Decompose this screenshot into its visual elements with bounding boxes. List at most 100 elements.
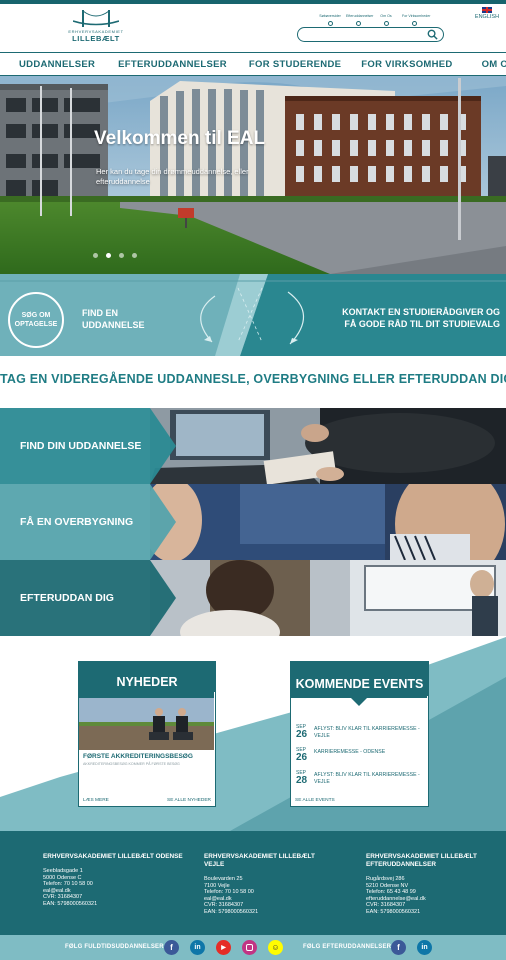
lower-background [0, 637, 506, 831]
email-link[interactable]: eal@eal.dk [204, 896, 324, 903]
nav-item-uddannelser[interactable]: UDDANNELSER [19, 59, 95, 70]
feature-row-efteruddan[interactable]: EFTERUDDAN DIG [0, 560, 506, 636]
slider-dots [93, 253, 137, 258]
news-photo [79, 698, 214, 750]
footer-column-title: ERHVERVSAKADEMIET LILLEBÆLT VEJLE [204, 853, 315, 868]
footer-column-vejle: ERHVERVSAKADEMIET LILLEBÆLT VEJLE Boulev… [204, 853, 324, 916]
read-more-link[interactable]: LÆS MERE [83, 798, 109, 803]
follow-continuing-label: FØLG EFTERUDDANNELSER [303, 944, 392, 950]
quick-link[interactable]: For Virksomheder [402, 14, 431, 26]
slider-dot-active[interactable] [106, 253, 111, 258]
event-title: AFLYST: BLIV KLAR TIL KARRIEREMESSE - VE… [314, 726, 420, 739]
news-headline[interactable]: FØRSTE AKKREDITERINGSBESØG [83, 753, 211, 760]
nav-item-efteruddannelser[interactable]: EFTERUDDANNELSER [118, 59, 227, 70]
facebook-icon[interactable]: f [164, 940, 179, 955]
cvr-line: CVR: 31684307 [43, 894, 83, 901]
instagram-icon[interactable] [242, 940, 257, 955]
address-line: 5000 Odense C [43, 874, 82, 881]
address-line: 5210 Odense NV [366, 882, 409, 889]
quick-links: Søbøversider Efteruddannelser Om Os For … [318, 14, 431, 26]
facebook-icon[interactable]: f [391, 940, 406, 955]
laptop-photo [150, 408, 506, 484]
news-card: NYHEDER FØRSTE AKKREDITERINGSBESØG AKKRE… [78, 661, 216, 807]
main-navigation: UDDANNELSER EFTERUDDANNELSER FOR STUDERE… [0, 52, 506, 76]
event-day: 28 [296, 775, 308, 786]
ean-line: EAN: 5798000560321 [43, 900, 98, 907]
contact-advisor-link[interactable]: KONTAKT EN STUDIERÅDGIVER OG FÅ GODE RÅD… [330, 306, 500, 330]
quick-link-dot-icon [327, 21, 333, 26]
student-photo [150, 484, 506, 560]
event-item[interactable]: SEP 26 AFLYST: BLIV KLAR TIL KARRIEREMESS… [296, 724, 424, 740]
uk-flag-icon [482, 7, 492, 13]
feature-row-find-education[interactable]: FIND DIN UDDANNELSE [0, 408, 506, 484]
news-teaser: AKKREDITERINGSBESØG KOMMER PÅ FØRSTE BES… [83, 762, 180, 766]
feature-label: FÅ EN OVERBYGNING [20, 516, 134, 528]
classroom-photo [150, 560, 506, 636]
ean-line: EAN: 5798000560321 [366, 908, 421, 915]
footer-column-title: ERHVERVSAKADEMIET LILLEBÆLT EFTERUDDANNE… [366, 853, 477, 868]
event-title: KARRIEREMESSE - ODENSE [314, 749, 386, 755]
address-line: Boulevarden 25 [204, 876, 243, 882]
hero-title: Velkommen til EAL [94, 128, 266, 149]
event-item[interactable]: SEP 26 KARRIEREMESSE - ODENSE [296, 747, 424, 763]
event-title: AFLYST: BLIV KLAR TIL KARRIEREMESSE - VE… [314, 772, 420, 785]
language-switch[interactable]: ENGLISH [472, 7, 502, 20]
find-education-link[interactable]: FIND EN UDDANNELSE [82, 307, 162, 331]
phone-line: Telefon: 70 10 58 00 [43, 881, 93, 888]
address-line: Seebladsgade 1 [43, 868, 83, 874]
cvr-line: CVR: 31684307 [366, 902, 406, 909]
search-icon[interactable] [427, 29, 438, 40]
see-all-news-link[interactable]: SE ALLE NYHEDER [167, 798, 211, 803]
phone-line: Telefon: 65 43 48 99 [366, 889, 416, 896]
quick-link[interactable]: Om Os [374, 14, 398, 26]
quick-link[interactable]: Søbøversider [318, 14, 342, 26]
email-link[interactable]: efteruddannelse@eal.dk [366, 896, 486, 903]
nav-item-for-studerende[interactable]: FOR STUDERENDE [249, 59, 341, 70]
footer: ERHVERVSAKADEMIET LILLEBÆLT ODENSE Seebl… [0, 831, 506, 935]
cvr-line: CVR: 31684307 [204, 902, 244, 909]
bridge-logo-icon [73, 10, 119, 27]
quick-link-label: For Virksomheder [402, 14, 431, 18]
slider-dot[interactable] [93, 253, 98, 258]
search-box [297, 27, 444, 46]
feature-label: EFTERUDDAN DIG [20, 592, 114, 604]
phone-line: Telefon: 70 10 58 00 [204, 889, 254, 896]
apply-badge-button[interactable]: SØG OM OPTAGELSE [8, 292, 64, 348]
youtube-icon[interactable]: ▶ [216, 940, 231, 955]
news-title: NYHEDER [79, 662, 215, 692]
email-link[interactable]: eal@eal.dk [43, 888, 193, 895]
quick-link-dot-icon [355, 21, 361, 26]
footer-column-odense: ERHVERVSAKADEMIET LILLEBÆLT ODENSE Seebl… [43, 853, 193, 908]
language-label: ENGLISH [474, 14, 500, 20]
footer-column-title: ERHVERVSAKADEMIET LILLEBÆLT ODENSE [43, 853, 183, 860]
footer-column-efteruddannelser: ERHVERVSAKADEMIET LILLEBÆLT EFTERUDDANNE… [366, 853, 486, 916]
linkedin-icon[interactable]: in [190, 940, 205, 955]
quick-link-label: Efteruddannelser [346, 14, 374, 18]
see-all-events-link[interactable]: SE ALLE EVENTS [295, 798, 335, 803]
news-events-section [0, 637, 506, 831]
ean-line: EAN: 5798000560321 [204, 908, 259, 915]
snapchat-icon[interactable]: ☺ [268, 940, 283, 955]
feature-row-overbygning[interactable]: FÅ EN OVERBYGNING [0, 484, 506, 560]
follow-fulltime-label: FØLG FULDTIDSUDDANNELSER [65, 944, 164, 950]
quick-link-label: Om Os [380, 14, 392, 18]
search-input[interactable] [304, 33, 424, 46]
quick-link-dot-icon [383, 21, 389, 26]
logo[interactable]: ERHVERVSAKADEMIET LILLEBÆLT [64, 8, 128, 46]
slider-dot[interactable] [119, 253, 124, 258]
event-day: 26 [296, 752, 308, 763]
hero-subtitle: Her kan du tage din drømmeuddannelse, el… [96, 167, 249, 186]
nav-item-om-os[interactable]: OM OS [482, 59, 506, 70]
event-item[interactable]: SEP 28 AFLYST: BLIV KLAR TIL KARRIEREMESS… [296, 770, 424, 786]
linkedin-icon[interactable]: in [417, 940, 432, 955]
quick-link-dot-icon [411, 21, 417, 26]
events-title: KOMMENDE EVENTS [291, 662, 428, 696]
slider-dot[interactable] [132, 253, 137, 258]
address-line: Rugårdsvej 286 [366, 876, 405, 882]
address-line: 7100 Vejle [204, 882, 230, 889]
nav-item-for-virksomhed[interactable]: FOR VIRKSOMHED [361, 59, 452, 70]
event-day: 26 [296, 729, 308, 740]
quick-link-label: Søbøversider [319, 14, 341, 18]
quick-link[interactable]: Efteruddannelser [346, 14, 374, 26]
top-bar [0, 0, 506, 4]
